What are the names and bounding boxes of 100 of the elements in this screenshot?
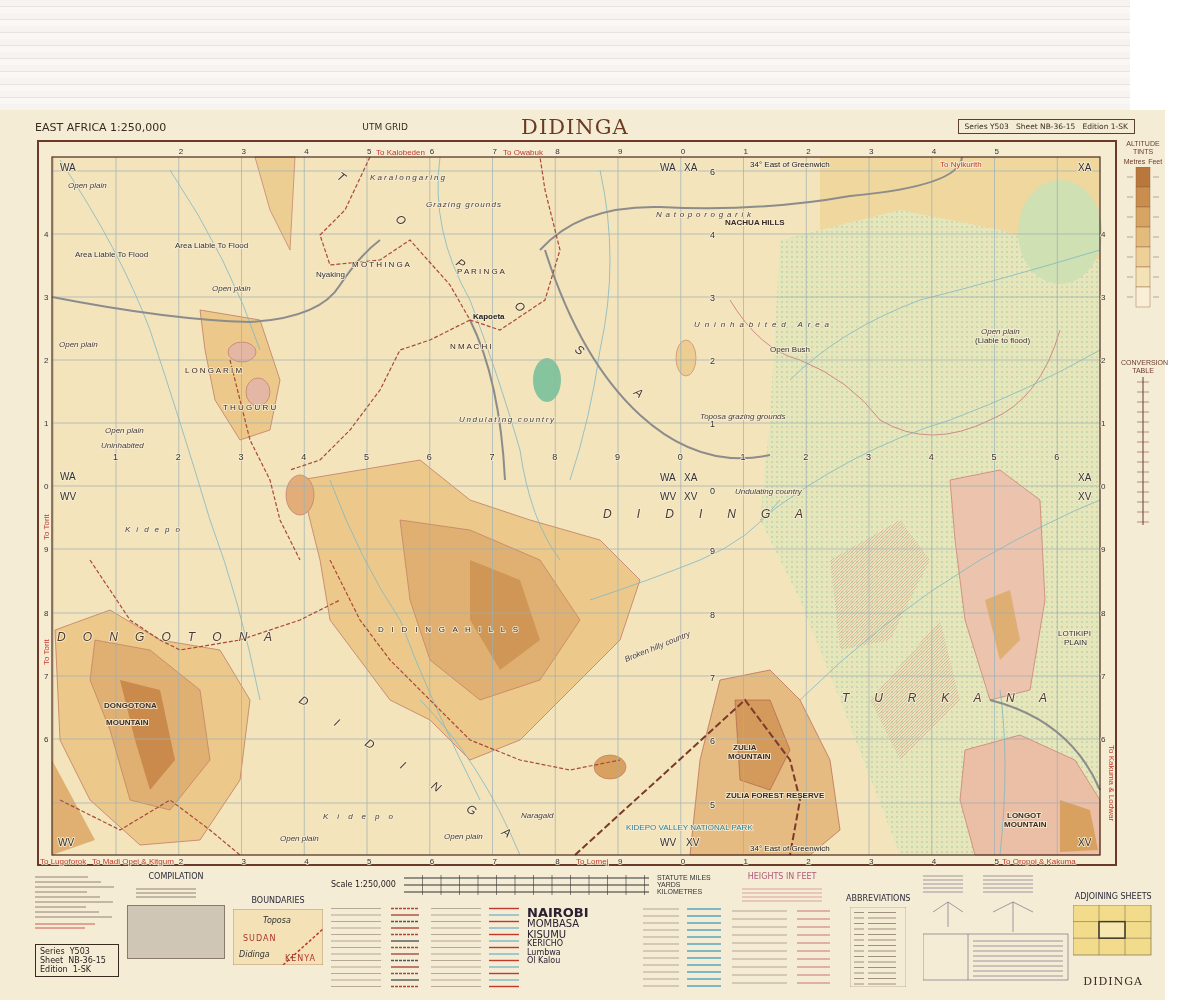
grid-number: 6 (710, 166, 715, 177)
grid-number: 2 (803, 451, 809, 462)
map-label: LONGOT (1007, 810, 1042, 820)
map-label: Open plain (444, 831, 483, 841)
route-note: To Oropoi & Kakuma (1002, 856, 1076, 866)
town-style-sample: Ol Kalou (527, 957, 561, 966)
grid-number: 1 (1101, 418, 1106, 428)
grid-number: 6 (44, 734, 49, 744)
compilation-title: COMPILATION (148, 871, 204, 881)
grid-number: 1 (740, 451, 746, 462)
footer-title: DIDINGA (1083, 974, 1144, 988)
grid-number: 2 (178, 146, 184, 156)
grid-name: UTM GRID (362, 121, 409, 134)
town-style-sample: KERICHO (527, 940, 564, 949)
grid-number: 3 (241, 146, 246, 156)
grid-number: 8 (555, 146, 560, 156)
grid-number: 4 (44, 229, 49, 239)
grid-number: 2 (178, 856, 184, 866)
grid-number: 4 (1101, 229, 1106, 239)
route-note: To Torit (42, 514, 51, 540)
grid-square-letters: WV (660, 836, 677, 848)
map-label: Open plain (59, 339, 98, 349)
grid-number: 3 (710, 292, 715, 303)
map-label: D O N G O T O N A (57, 629, 272, 644)
map-label: ZULIA FOREST RESERVE (726, 790, 825, 800)
map-label: D I D I N G A (603, 506, 803, 521)
grid-number: 5 (364, 451, 369, 462)
grid-number: 8 (1101, 608, 1106, 618)
map-label: Open plain (280, 833, 319, 843)
grid-number: 3 (866, 451, 871, 462)
grid-number: 5 (991, 451, 997, 462)
grid-number: 6 (429, 856, 435, 866)
map-label: (Liable to flood) (975, 335, 1031, 345)
grid-number: 7 (710, 672, 715, 683)
town-style-sample: NAIROBI (527, 905, 589, 920)
grid-number: 3 (869, 146, 874, 156)
grid-number: 2 (1101, 355, 1106, 365)
grid-number: 0 (677, 451, 683, 462)
map-label: P A R I N G A (457, 266, 505, 276)
map-label: Kidepo (323, 811, 393, 821)
grid-number: 1 (44, 418, 49, 428)
grid-square-letters: XV (684, 490, 698, 502)
map-label: T H U G U R U (223, 402, 277, 412)
map-label: Undulating country (735, 486, 802, 496)
grid-number: 3 (869, 856, 874, 866)
meridian-note: 34° East of Greenwich (750, 843, 830, 853)
map-label: Natoporogarik (656, 209, 751, 219)
abbreviations-title: ABBREVIATIONS (846, 893, 911, 903)
grid-number: 0 (680, 856, 686, 866)
grid-number: 0 (44, 481, 49, 491)
grid-number: 9 (615, 451, 620, 462)
map-label: Area Liable To Flood (175, 240, 249, 250)
grid-square-letters: WV (60, 490, 77, 502)
grid-number: 4 (710, 229, 715, 240)
map-label: KIDEPO VALLEY NATIONAL PARK (626, 822, 753, 832)
grid-square-letters: XV (1078, 836, 1092, 848)
grid-number: 2 (806, 146, 811, 156)
grid-number: 4 (928, 451, 934, 462)
map-label: PLAIN (1064, 637, 1088, 647)
map-label: Area Liable To Flood (75, 249, 149, 259)
meridian-note: 34° East of Greenwich (750, 159, 830, 169)
route-note: To Lomej (576, 856, 609, 866)
grid-square-letters: XA (684, 471, 698, 483)
grid-number: 0 (680, 146, 686, 156)
map-label: Open plain (981, 326, 1020, 336)
map-label: Grazing grounds (426, 199, 501, 209)
grid-number: 1 (710, 418, 715, 429)
grid-number: 3 (1101, 292, 1106, 302)
grid-number: 7 (492, 146, 497, 156)
route-note: To Kalobeden (376, 147, 425, 157)
grid-number: 6 (426, 451, 432, 462)
map-label: NACHUA HILLS (725, 217, 785, 227)
grid-number: 2 (806, 856, 811, 866)
grid-number: 5 (367, 146, 372, 156)
inset-label: Didinga (239, 949, 270, 959)
grid-number: 0 (1101, 481, 1106, 491)
map-label: Open plain (105, 425, 144, 435)
series-scale: EAST AFRICA 1:250,000 (35, 120, 168, 136)
grid-number: 3 (238, 451, 244, 462)
grid-number: 8 (552, 451, 558, 462)
map-label: MOUNTAIN (1004, 819, 1047, 829)
grid-number: 8 (710, 609, 715, 620)
map-label: M O T H I N G A (352, 259, 410, 269)
grid-number: 8 (555, 856, 560, 866)
sheet-box-line: Sheet NB-36-15 (40, 955, 107, 965)
route-note: To Owabuk (503, 147, 544, 157)
grid-number: 0 (710, 485, 715, 496)
grid-number: 5 (367, 856, 372, 866)
grid-number: 3 (241, 856, 246, 866)
route-note: To Lugoforok (40, 856, 87, 866)
town-style-sample: Lumbwa (527, 948, 561, 957)
grid-number: 1 (743, 856, 748, 866)
map-label: Toposa grazing grounds (700, 411, 786, 421)
map-label: T U R K A N A (842, 690, 1047, 705)
map-label: Open plain (212, 283, 251, 293)
map-label: Naragaid (521, 810, 554, 820)
grid-number: 7 (44, 671, 49, 681)
map-label: Uninhabited (101, 440, 144, 450)
map-label: DONGOTONA (104, 700, 157, 710)
adjoining-title: ADJOINING SHEETS (1074, 891, 1152, 901)
